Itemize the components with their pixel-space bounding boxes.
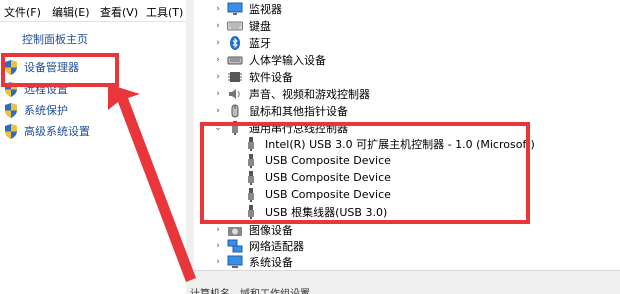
tree-item-label: 软件设备 — [249, 70, 293, 84]
tree-item-sound-video[interactable]: › 声音、视频和游戏控制器 — [212, 85, 370, 102]
side-link-label: 系统保护 — [24, 104, 68, 117]
chevron-right-icon[interactable]: › — [212, 89, 224, 99]
chevron-right-icon[interactable]: › — [212, 72, 224, 82]
tree-item-hid[interactable]: › 人体学输入设备 — [212, 51, 326, 68]
chevron-right-icon[interactable]: › — [212, 106, 224, 116]
tree-item-label: 声音、视频和游戏控制器 — [249, 87, 370, 101]
tree-item-network-adapters[interactable]: › 网络适配器 — [212, 237, 304, 254]
annotation-box-device-manager — [1, 53, 119, 87]
tree-item-keyboards[interactable]: › 键盘 — [212, 17, 271, 34]
annotation-box-usb-controllers — [200, 122, 530, 224]
chevron-right-icon[interactable]: › — [212, 4, 224, 14]
chevron-right-icon[interactable]: › — [212, 38, 224, 48]
shield-icon — [4, 102, 18, 118]
tree-item-label: 蓝牙 — [249, 36, 271, 50]
chevron-right-icon[interactable]: › — [212, 225, 224, 235]
monitor-icon — [227, 2, 243, 16]
menu-tools[interactable]: 工具(T) — [146, 4, 183, 20]
camera-icon — [227, 223, 243, 237]
chevron-right-icon[interactable]: › — [212, 21, 224, 31]
chevron-right-icon[interactable]: › — [212, 241, 224, 251]
mouse-icon — [227, 104, 243, 118]
bluetooth-icon — [227, 35, 243, 50]
speaker-icon — [227, 87, 243, 101]
hid-icon — [227, 53, 243, 67]
menu-bar: 文件(F) 编辑(E) 查看(V) 工具(T) — [0, 0, 188, 22]
software-device-icon — [227, 70, 243, 84]
advanced-system-settings-link[interactable]: 高级系统设置 — [4, 122, 90, 140]
chevron-right-icon[interactable]: › — [212, 55, 224, 65]
side-link-label: 高级系统设置 — [24, 125, 90, 138]
tree-item-label: 人体学输入设备 — [249, 53, 326, 67]
control-panel-home-link[interactable]: 控制面板主页 — [22, 31, 88, 47]
tree-item-label: 监视器 — [249, 2, 282, 16]
tree-item-monitors[interactable]: › 监视器 — [212, 0, 282, 17]
system-protection-link[interactable]: 系统保护 — [4, 101, 68, 119]
tree-item-mice[interactable]: › 鼠标和其他指针设备 — [212, 102, 348, 119]
tree-item-label: 鼠标和其他指针设备 — [249, 104, 348, 118]
keyboard-icon — [227, 19, 243, 33]
menu-file[interactable]: 文件(F) — [4, 4, 41, 20]
shield-icon — [4, 123, 18, 139]
system-device-icon — [227, 255, 243, 269]
chevron-right-icon[interactable]: › — [212, 257, 224, 267]
tree-item-label: 网络适配器 — [249, 239, 304, 253]
tree-item-label: 系统设备 — [249, 255, 293, 269]
tree-item-label: 键盘 — [249, 19, 271, 33]
computer-name-settings-text: 计算机名、域和工作组设置 — [190, 285, 310, 294]
network-icon — [227, 239, 243, 253]
tree-item-bluetooth[interactable]: › 蓝牙 — [212, 34, 271, 51]
menu-edit[interactable]: 编辑(E) — [52, 4, 90, 20]
tree-item-system-devices[interactable]: › 系统设备 — [212, 253, 293, 270]
window-gap — [186, 0, 194, 294]
system-window: 文件(F) 编辑(E) 查看(V) 工具(T) 控制面板主页 设备管理器 远程设… — [0, 0, 188, 294]
tree-item-software-devices[interactable]: › 软件设备 — [212, 68, 293, 85]
menu-view[interactable]: 查看(V) — [100, 4, 138, 20]
